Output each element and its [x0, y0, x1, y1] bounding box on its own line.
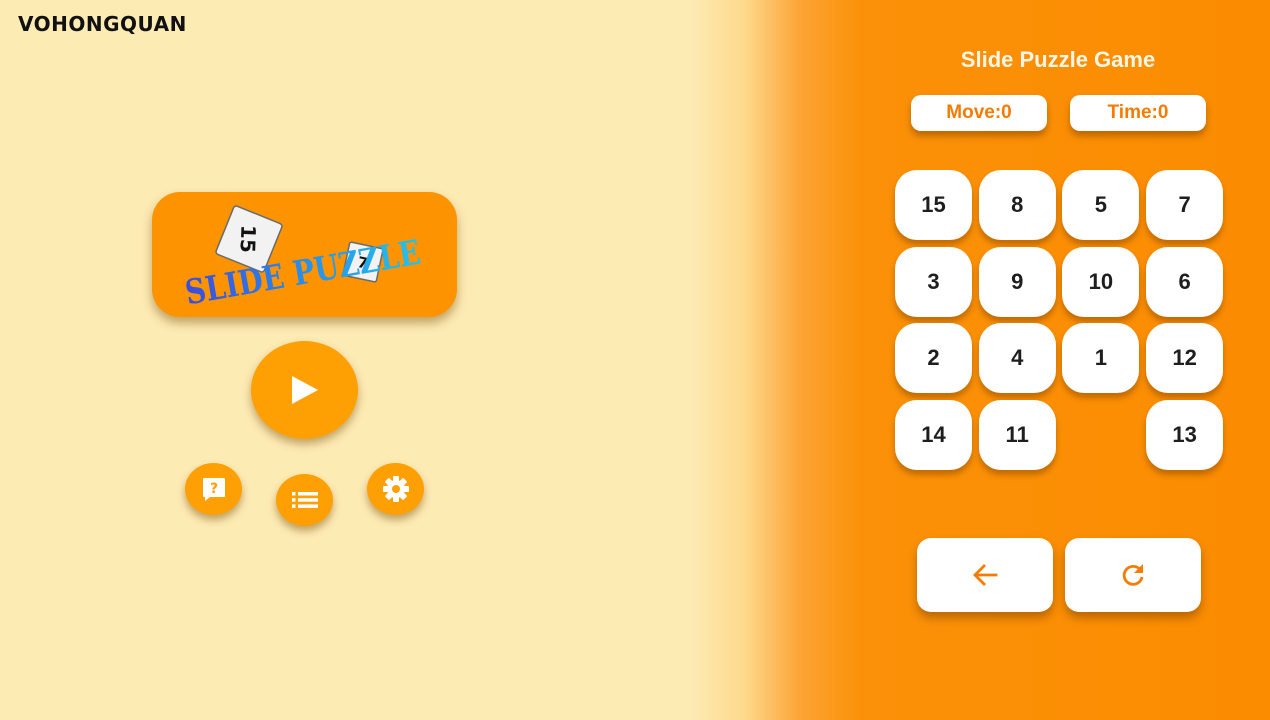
puzzle-tile-8[interactable]: 8	[978, 170, 1056, 240]
back-button[interactable]	[917, 538, 1053, 612]
puzzle-tile-10[interactable]: 10	[1062, 246, 1140, 317]
time-counter: Time:0	[1070, 95, 1206, 131]
arrow-left-icon	[973, 564, 998, 586]
puzzle-tile-15[interactable]: 15	[895, 170, 972, 240]
play-button[interactable]	[251, 341, 358, 439]
svg-text:?: ?	[209, 481, 217, 497]
refresh-icon	[1122, 564, 1144, 586]
help-button[interactable]: ?	[185, 463, 242, 515]
puzzle-tile-1[interactable]: 1	[1062, 323, 1140, 394]
puzzle-tile-3[interactable]: 3	[895, 246, 972, 317]
puzzle-tile-9[interactable]: 9	[978, 246, 1056, 317]
puzzle-tile-11[interactable]: 11	[978, 400, 1056, 471]
moves-counter: Move:0	[911, 95, 1047, 131]
help-icon: ?	[202, 478, 225, 501]
gear-icon	[382, 476, 409, 502]
leaderboard-list-button[interactable]	[276, 474, 333, 526]
puzzle-board: 15 8 5 7 3 9 10 6 2 4 1 12 14 11 13	[895, 170, 1224, 471]
settings-button[interactable]	[367, 463, 424, 515]
empty-slot	[1062, 400, 1139, 470]
list-icon	[291, 492, 318, 508]
play-icon	[291, 376, 318, 404]
puzzle-tile-4[interactable]: 4	[978, 323, 1056, 394]
puzzle-tile-14[interactable]: 14	[895, 400, 972, 471]
game-logo-card: 15 7 SLIDE PUZZLE	[152, 192, 457, 317]
puzzle-tile-7[interactable]: 7	[1146, 170, 1224, 240]
restart-button[interactable]	[1065, 538, 1201, 612]
logo-tile-15: 15	[236, 225, 261, 254]
puzzle-tile-12[interactable]: 12	[1146, 323, 1224, 394]
puzzle-tile-6[interactable]: 6	[1146, 246, 1224, 317]
game-title: Slide Puzzle Game	[960, 47, 1156, 72]
puzzle-tile-13[interactable]: 13	[1146, 400, 1224, 471]
puzzle-tile-2[interactable]: 2	[895, 323, 972, 394]
brand-logo: VOHONGQUAN	[18, 12, 187, 36]
puzzle-tile-5[interactable]: 5	[1062, 170, 1140, 240]
slide-puzzle-logo: 15 7 SLIDE PUZZLE	[182, 205, 424, 313]
